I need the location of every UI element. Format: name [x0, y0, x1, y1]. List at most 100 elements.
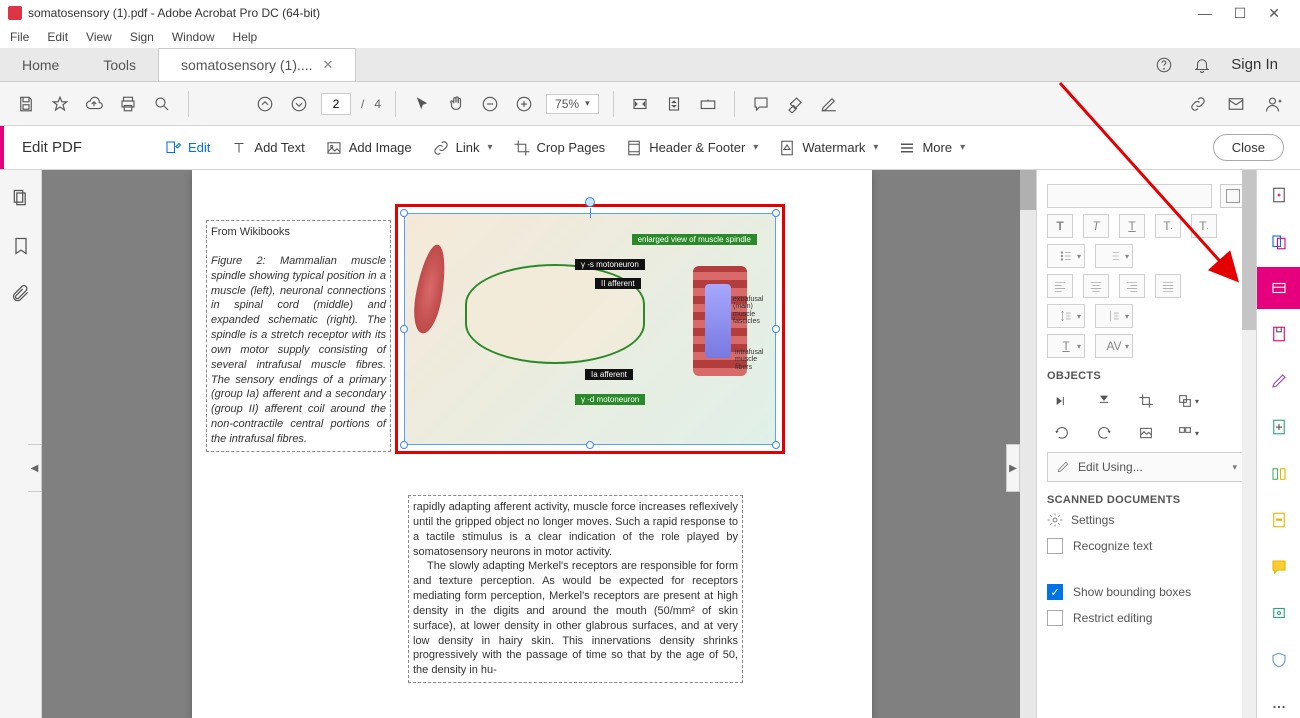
hand-icon[interactable]	[444, 92, 468, 116]
link-button[interactable]: Link▾	[432, 139, 493, 157]
fit-page-icon[interactable]	[662, 92, 686, 116]
share-person-icon[interactable]	[1262, 92, 1286, 116]
align-objects-icon[interactable]: ▾	[1173, 420, 1203, 446]
attachments-icon[interactable]	[11, 284, 31, 304]
superscript-button[interactable]: T.	[1191, 214, 1217, 238]
tab-tools[interactable]: Tools	[81, 48, 158, 81]
rotate-cw-icon[interactable]	[1089, 420, 1119, 446]
help-icon[interactable]	[1155, 56, 1173, 74]
email-icon[interactable]	[1224, 92, 1248, 116]
star-icon[interactable]	[48, 92, 72, 116]
add-image-button[interactable]: Add Image	[325, 139, 412, 157]
menu-window[interactable]: Window	[172, 30, 215, 44]
menu-file[interactable]: File	[10, 30, 29, 44]
resize-handle-b[interactable]	[586, 441, 594, 449]
protect-icon[interactable]	[1267, 649, 1291, 672]
redact-icon[interactable]	[1267, 509, 1291, 532]
selected-image[interactable]: enlarged view of muscle spindle γ -s mot…	[395, 204, 785, 454]
bell-icon[interactable]	[1193, 56, 1211, 74]
share-link-icon[interactable]	[1186, 92, 1210, 116]
resize-handle-bl[interactable]	[400, 441, 408, 449]
page-down-icon[interactable]	[287, 92, 311, 116]
font-family-select[interactable]	[1047, 184, 1212, 208]
tab-document[interactable]: somatosensory (1).... ✕	[158, 48, 356, 81]
panel-scrollbar[interactable]	[1242, 170, 1256, 718]
header-footer-button[interactable]: Header & Footer▾	[625, 139, 758, 157]
edit-using-select[interactable]: Edit Using...	[1047, 452, 1246, 482]
collapse-right-icon[interactable]: ▶	[1006, 444, 1020, 492]
resize-handle-tl[interactable]	[400, 209, 408, 217]
numbered-list-button[interactable]	[1095, 244, 1133, 268]
minimize-button[interactable]: —	[1198, 5, 1212, 22]
crop-pages-button[interactable]: Crop Pages	[513, 139, 606, 157]
read-mode-icon[interactable]	[696, 92, 720, 116]
bold-button[interactable]: T	[1047, 214, 1073, 238]
menu-edit[interactable]: Edit	[47, 30, 68, 44]
add-text-button[interactable]: Add Text	[230, 139, 304, 157]
settings-button[interactable]: Settings	[1047, 512, 1246, 528]
menu-view[interactable]: View	[86, 30, 112, 44]
doc-scrollbar[interactable]	[1020, 170, 1036, 718]
align-justify-button[interactable]	[1155, 274, 1181, 298]
pointer-icon[interactable]	[410, 92, 434, 116]
horizontal-scale-select[interactable]: T	[1047, 334, 1085, 358]
search-icon[interactable]	[150, 92, 174, 116]
flip-vertical-icon[interactable]	[1089, 388, 1119, 414]
doc-scroll-thumb[interactable]	[1020, 170, 1036, 210]
align-left-button[interactable]	[1047, 274, 1073, 298]
line-spacing-select[interactable]	[1047, 304, 1085, 328]
compress-icon[interactable]	[1267, 462, 1291, 485]
comment-tool-icon[interactable]	[1267, 556, 1291, 579]
resize-handle-tr[interactable]	[772, 209, 780, 217]
sign-pen-icon[interactable]	[817, 92, 841, 116]
text-block-caption[interactable]: From Wikibooks Figure 2: Mammalian muscl…	[206, 220, 391, 452]
edit-pdf-tool-icon[interactable]	[1257, 267, 1300, 308]
maximize-button[interactable]: ☐	[1234, 5, 1247, 22]
resize-handle-r[interactable]	[772, 325, 780, 333]
organize-pages-icon[interactable]	[1267, 416, 1291, 439]
page-up-icon[interactable]	[253, 92, 277, 116]
flip-horizontal-icon[interactable]	[1047, 388, 1077, 414]
italic-button[interactable]: T	[1083, 214, 1109, 238]
char-spacing-select[interactable]: AV	[1095, 334, 1133, 358]
watermark-button[interactable]: Watermark▾	[778, 139, 878, 157]
rotate-handle[interactable]	[585, 197, 595, 207]
document-viewport[interactable]: From Wikibooks Figure 2: Mammalian muscl…	[42, 170, 1036, 718]
save-icon[interactable]	[14, 92, 38, 116]
close-editpdf-button[interactable]: Close	[1213, 134, 1284, 161]
more-tools-icon[interactable]	[1267, 695, 1291, 718]
combine-files-icon[interactable]	[1267, 231, 1291, 254]
crop-object-icon[interactable]	[1131, 388, 1161, 414]
restrict-editing-checkbox[interactable]: Restrict editing	[1047, 610, 1246, 626]
cloud-upload-icon[interactable]	[82, 92, 106, 116]
align-center-button[interactable]	[1083, 274, 1109, 298]
comment-icon[interactable]	[749, 92, 773, 116]
zoom-select[interactable]: 75%▾	[546, 94, 599, 114]
subscript-button[interactable]: T.	[1155, 214, 1181, 238]
replace-image-icon[interactable]	[1131, 420, 1161, 446]
fill-sign-icon[interactable]	[1267, 369, 1291, 392]
arrange-icon[interactable]: ▾	[1173, 388, 1203, 414]
edit-button[interactable]: Edit	[164, 139, 210, 157]
panel-scroll-thumb[interactable]	[1242, 170, 1256, 330]
rotate-ccw-icon[interactable]	[1047, 420, 1077, 446]
export-pdf-icon[interactable]	[1267, 323, 1291, 346]
highlight-icon[interactable]	[783, 92, 807, 116]
bookmarks-icon[interactable]	[11, 236, 31, 256]
menu-help[interactable]: Help	[233, 30, 258, 44]
recognize-text-checkbox[interactable]: Recognize text	[1047, 538, 1246, 554]
show-bounding-boxes-checkbox[interactable]: ✓ Show bounding boxes	[1047, 584, 1246, 600]
bullet-list-button[interactable]	[1047, 244, 1085, 268]
page-number-input[interactable]	[321, 93, 351, 115]
collapse-left-icon[interactable]: ◀	[28, 444, 42, 492]
zoom-out-icon[interactable]	[478, 92, 502, 116]
tab-close-icon[interactable]: ✕	[323, 57, 334, 73]
close-window-button[interactable]: ✕	[1268, 5, 1280, 22]
create-pdf-icon[interactable]	[1267, 184, 1291, 207]
menu-sign[interactable]: Sign	[130, 30, 154, 44]
zoom-in-icon[interactable]	[512, 92, 536, 116]
scan-ocr-icon[interactable]	[1267, 602, 1291, 625]
paragraph-spacing-select[interactable]	[1095, 304, 1133, 328]
align-right-button[interactable]	[1119, 274, 1145, 298]
resize-handle-br[interactable]	[772, 441, 780, 449]
